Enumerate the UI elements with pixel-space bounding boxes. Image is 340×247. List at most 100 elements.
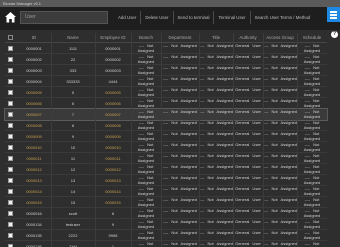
col-header-department[interactable]: Department (161, 33, 199, 43)
search-input[interactable]: User (20, 11, 108, 24)
row-checkbox[interactable] (8, 167, 13, 172)
row-checkbox[interactable] (8, 156, 13, 161)
cell-department: ---- Not Assigned (162, 54, 197, 59)
row-checkbox[interactable] (8, 189, 13, 194)
cell-access-group: ---- Not Assigned (263, 186, 297, 191)
cell-branch: ---- Not Assigned (137, 230, 155, 240)
table-row[interactable]: 00001362XH1---- Not Assigned---- Not Ass… (5, 241, 327, 247)
cell-department: ---- Not Assigned (162, 76, 197, 81)
column-divider (233, 33, 234, 247)
cell-department: ---- Not Assigned (162, 109, 197, 114)
cell-branch: ---- Not Assigned (137, 76, 155, 86)
cell-id: 0000007 (26, 112, 42, 117)
cell-branch: ---- Not Assigned (137, 197, 155, 207)
cell-employee-id: 0000010 (105, 145, 121, 150)
cell-id: 0000008 (26, 123, 42, 128)
terminal-user-button[interactable]: Terminal User (214, 11, 251, 24)
send-to-terminal-button[interactable]: Send to terminal (174, 11, 215, 24)
cell-schedule: ---- Not Assigned (303, 175, 321, 185)
cell-authority: General User (235, 98, 261, 103)
select-all-checkbox[interactable] (8, 35, 13, 40)
table-row[interactable]: 0000002 22 0000002 ---- Not Assigned ---- No… (5, 54, 327, 65)
cell-employee-id: 0000012 (105, 167, 121, 172)
col-header-branch[interactable]: Branch (131, 33, 161, 43)
cell-name: 1111 (68, 46, 77, 51)
row-checkbox[interactable] (8, 123, 13, 128)
help-icon[interactable]: ? (331, 31, 338, 38)
row-checkbox[interactable] (8, 79, 13, 84)
cell-employee-id: 0000006 (105, 101, 121, 106)
add-user-button[interactable]: Add User (114, 11, 142, 24)
cell-authority: General User (235, 120, 261, 125)
row-checkbox[interactable] (8, 233, 13, 238)
cell-title: ---- Not Assigned (199, 43, 233, 48)
column-divider (199, 33, 200, 247)
row-checkbox[interactable] (8, 101, 13, 106)
cell-branch: ---- Not Assigned (137, 208, 155, 218)
col-header-title[interactable]: Title (199, 33, 233, 43)
cell-employee-id: 0000009 (105, 134, 121, 139)
row-checkbox[interactable] (8, 211, 13, 216)
cell-title: ---- Not Assigned (199, 65, 233, 70)
cell-name: 8 (71, 123, 75, 128)
delete-user-button[interactable]: Delete User (141, 11, 174, 24)
cell-branch: ---- Not Assigned (138, 241, 154, 247)
cell-department: ---- Not Assigned (162, 87, 197, 92)
row-checkbox[interactable] (8, 222, 13, 227)
col-header-schedule[interactable]: Schedule (297, 33, 327, 43)
table-row[interactable]: 0000003 333 0000003 ---- Not Assigned ---- N… (5, 65, 327, 76)
cell-access-group: ---- Not Assigned (263, 54, 297, 59)
table-row[interactable]: 0000015 15 0000015 ---- Not Assigned ---- No… (5, 197, 327, 208)
row-checkbox[interactable] (8, 200, 13, 205)
cell-branch: ---- Not Assigned (137, 142, 155, 152)
cell-branch: ---- Not Assigned (137, 153, 155, 163)
cell-id: 0000012 (26, 167, 42, 172)
table-row[interactable]: 0000012 12 0000012 ---- Not Assigned ---- No… (5, 164, 327, 175)
row-checkbox[interactable] (8, 46, 13, 51)
row-checkbox[interactable] (8, 57, 13, 62)
table-row[interactable]: 0000005 5 0000005 ---- Not Assigned ---- Not… (5, 87, 327, 98)
table-row[interactable]: 0000013 13 0000013 ---- Not Assigned ---- No… (5, 175, 327, 186)
cell-employee-id: 9998 (108, 233, 118, 238)
col-header-id[interactable]: ID (17, 33, 51, 43)
cell-name: 333333 (66, 79, 80, 84)
table-row[interactable]: 0000014 14 0000014 ---- Not Assigned ---- No… (5, 186, 327, 197)
cell-employee-id: 1 (111, 244, 115, 247)
cell-name: 2XH (69, 244, 77, 247)
cell-access-group: ---- Not Assigned (263, 175, 297, 180)
row-checkbox[interactable] (8, 68, 13, 73)
cell-name: 10 (70, 145, 76, 150)
table-row[interactable]: 0000007 7 0000007 ---- Not Assigned ---- Not… (4, 108, 328, 121)
search-method-button[interactable]: Search User Terms / Method (251, 11, 315, 24)
table-row[interactable]: 0000010 10 0000010 ---- Not Assigned ---- No… (5, 142, 327, 153)
row-checkbox[interactable] (8, 112, 13, 117)
cell-name: 6 (71, 101, 75, 106)
cell-id: 0000009 (26, 134, 42, 139)
table-row[interactable]: 0000006 6 0000006 ---- Not Assigned ---- Not… (5, 98, 327, 109)
table-row[interactable]: 0000001 1111 0000001 ---- Not Assigned ---- … (5, 43, 327, 54)
row-checkbox[interactable] (8, 178, 13, 183)
table-row[interactable]: 0000135 2222 9998 ---- Not Assigned ---- Not… (5, 230, 327, 241)
table-row[interactable]: 0000008 8 0000008 ---- Not Assigned ---- Not… (5, 120, 327, 131)
row-checkbox[interactable] (8, 145, 13, 150)
menu-icon[interactable] (327, 7, 340, 22)
cell-authority: General User (235, 54, 261, 59)
table-row[interactable]: 0000004 333333 4444 ---- Not Assigned ---- N… (5, 76, 327, 87)
cell-schedule: ---- Not Assigned (303, 87, 321, 97)
row-checkbox[interactable] (8, 90, 13, 95)
table-row[interactable]: 0000011 11 0000011 ---- Not Assigned ---- No… (5, 153, 327, 164)
cell-department: ---- Not Assigned (162, 186, 197, 191)
col-header-name[interactable]: Name (51, 33, 95, 43)
table-row[interactable]: 0000016 scott 6 ---- Not Assigned ---- Not A… (5, 208, 327, 219)
home-icon[interactable] (4, 11, 17, 24)
cell-employee-id: 0000003 (105, 68, 121, 73)
cell-access-group: ---- Not Assigned (263, 131, 297, 136)
cell-schedule: ---- Not Assigned (303, 120, 321, 130)
col-header-access-group[interactable]: Access Group (263, 33, 297, 43)
col-header-authority[interactable]: Authority (233, 33, 263, 43)
row-checkbox[interactable] (8, 134, 13, 139)
table-row[interactable]: 0000134 testuser 9 ---- Not Assigned ---- No… (5, 219, 327, 230)
table-row[interactable]: 0000009 9 0000009 ---- Not Assigned ---- Not… (5, 131, 327, 142)
cell-department: ---- Not Assigned (162, 219, 197, 224)
col-header-employee-id[interactable]: Employee ID (95, 33, 131, 43)
